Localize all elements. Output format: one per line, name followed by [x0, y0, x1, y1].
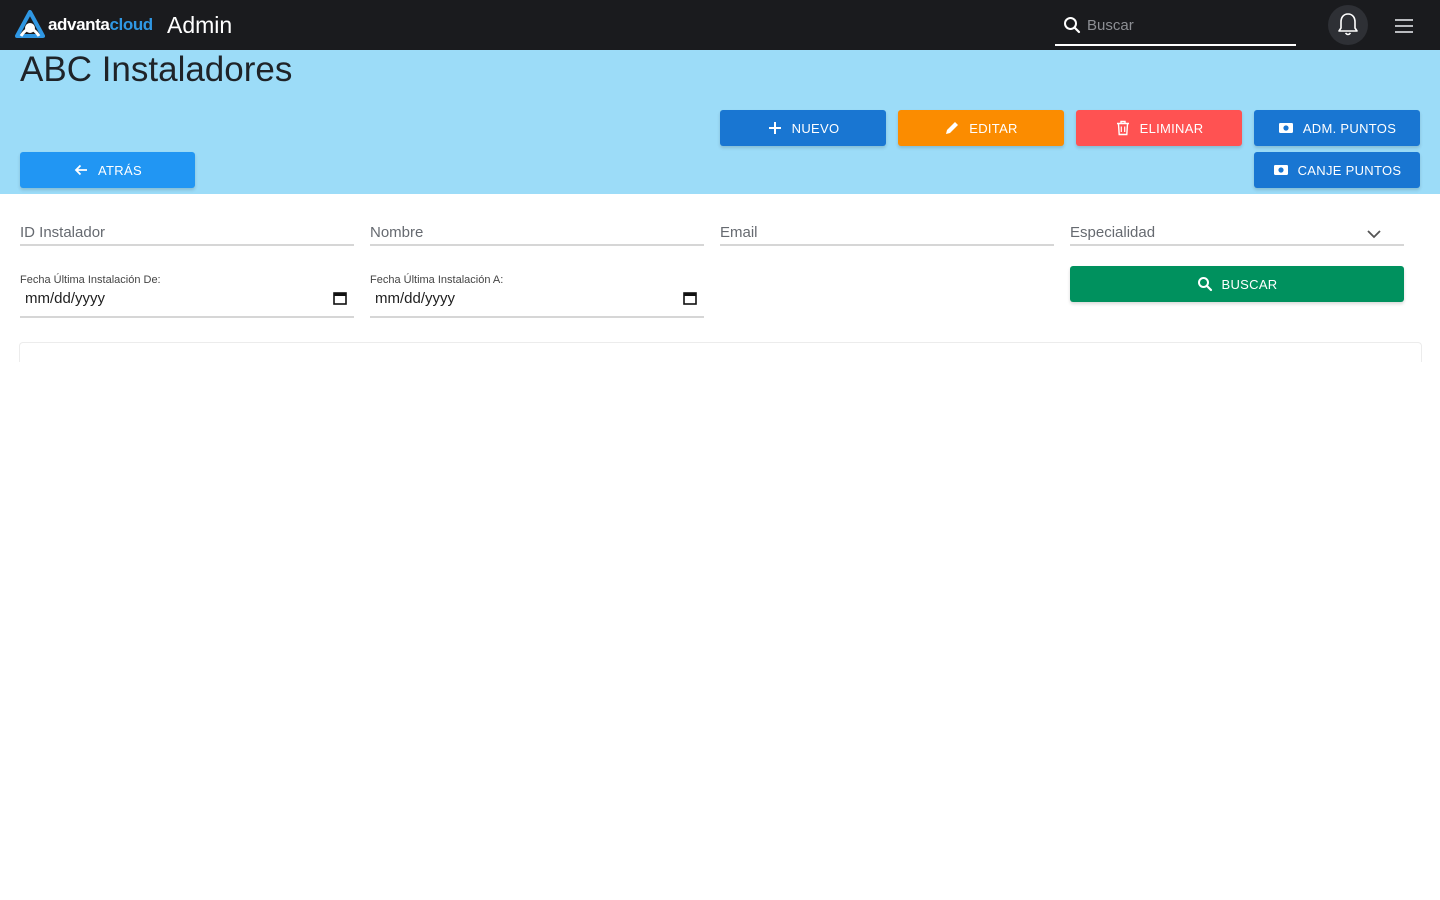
installer-id-label: ID Instalador	[20, 224, 106, 241]
results-table-container	[19, 342, 1422, 362]
last-install-to-date[interactable]: Fecha Última Instalación A: mm/dd/yyyy	[370, 272, 704, 318]
bell-icon	[1338, 13, 1358, 36]
back-button-label: ATRÁS	[98, 162, 142, 178]
menu-icon	[1395, 19, 1413, 33]
calendar-icon[interactable]	[332, 290, 348, 306]
logo-wordmark: advantacloud	[48, 10, 153, 40]
chevron-down-icon	[1367, 230, 1381, 239]
redeem-points-button[interactable]: CANJE PUNTOS	[1254, 152, 1420, 188]
delete-button[interactable]: ELIMINAR	[1076, 110, 1242, 146]
last-install-to-value: mm/dd/yyyy	[375, 290, 456, 307]
notifications-button[interactable]	[1328, 5, 1368, 45]
trash-icon	[1116, 120, 1129, 136]
email-label: Email	[720, 224, 758, 241]
manage-points-button[interactable]: ADM. PUNTOS	[1254, 110, 1420, 146]
logo-wordmark-advanta: advanta	[48, 15, 110, 34]
manage-points-button-label: ADM. PUNTOS	[1302, 120, 1397, 136]
name-field[interactable]: Nombre	[370, 216, 704, 246]
redeem-points-button-label: CANJE PUNTOS	[1297, 162, 1402, 178]
edit-button[interactable]: EDITAR	[898, 110, 1064, 146]
search-input[interactable]	[1087, 12, 1287, 38]
last-install-from-label: Fecha Última Instalación De:	[20, 274, 161, 286]
plus-icon	[768, 122, 781, 134]
last-install-from-date[interactable]: Fecha Última Instalación De: mm/dd/yyyy	[20, 272, 354, 318]
logo-wordmark-cloud: cloud	[109, 15, 153, 34]
email-field[interactable]: Email	[720, 216, 1054, 246]
name-label: Nombre	[370, 224, 424, 241]
search-icon	[1197, 277, 1212, 292]
top-app-bar: advantacloud Admin	[0, 0, 1440, 50]
cash-icon	[1278, 123, 1293, 133]
specialty-select[interactable]: Especialidad	[1070, 216, 1404, 246]
search-icon	[1064, 17, 1081, 34]
installer-id-field[interactable]: ID Instalador	[20, 216, 354, 246]
search-button-label: BUSCAR	[1221, 276, 1278, 292]
advantacloud-logo-icon	[15, 10, 45, 38]
back-button[interactable]: ATRÁS	[20, 152, 195, 188]
calendar-icon[interactable]	[682, 290, 698, 306]
last-install-to-label: Fecha Última Instalación A:	[370, 274, 504, 286]
app-title: Admin	[167, 12, 233, 38]
hamburger-menu-button[interactable]	[1392, 14, 1416, 38]
pencil-icon	[946, 122, 959, 134]
last-install-from-value: mm/dd/yyyy	[25, 290, 106, 307]
global-search[interactable]	[1055, 6, 1296, 46]
search-button[interactable]: BUSCAR	[1070, 266, 1404, 302]
arrow-left-icon	[74, 164, 88, 176]
advantacloud-logo[interactable]: advantacloud	[15, 10, 153, 40]
delete-button-label: ELIMINAR	[1139, 120, 1204, 136]
edit-button-label: EDITAR	[969, 120, 1018, 136]
specialty-label: Especialidad	[1070, 224, 1156, 241]
page-title: ABC Instaladores	[20, 50, 293, 89]
cash-icon	[1273, 165, 1288, 175]
new-button-label: NUEVO	[791, 120, 840, 136]
new-button[interactable]: NUEVO	[720, 110, 886, 146]
